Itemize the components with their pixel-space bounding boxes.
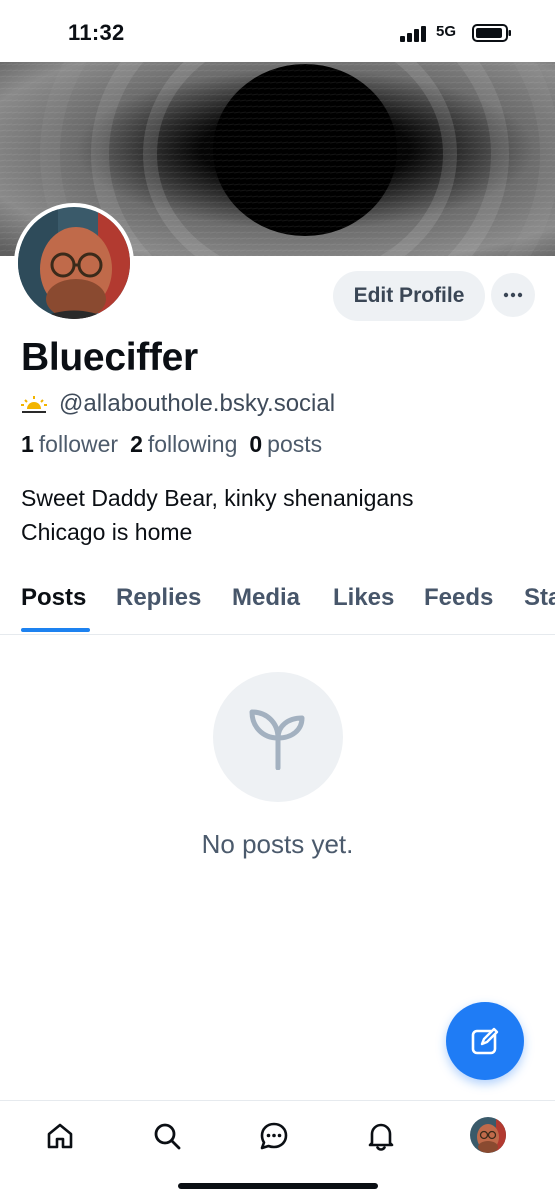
tab-replies[interactable]: Replies	[116, 584, 201, 612]
active-tab-indicator	[21, 628, 90, 632]
tab-posts[interactable]: Posts	[21, 584, 86, 612]
status-bar: 11:32 5G	[0, 0, 555, 62]
more-dots-icon	[503, 292, 523, 298]
tab-likes[interactable]: Likes	[333, 584, 394, 612]
battery-icon	[472, 24, 511, 42]
tab-starter-packs[interactable]: Sta	[524, 584, 555, 612]
tab-feeds[interactable]: Feeds	[424, 584, 493, 612]
display-name: Blueciffer	[21, 336, 198, 379]
profile-stats: 1 follower 2 following 0 posts	[21, 431, 334, 458]
more-options-button[interactable]	[491, 273, 535, 317]
empty-state-text: No posts yet.	[201, 829, 354, 859]
profile-tabs: Posts Replies Media Likes Feeds Sta	[0, 578, 555, 635]
handle-row: @allabouthole.bsky.social	[21, 389, 335, 419]
following-label[interactable]: following	[148, 431, 238, 458]
compose-icon	[471, 1027, 499, 1055]
edit-profile-button[interactable]: Edit Profile	[333, 271, 485, 321]
followers-count[interactable]: 1	[21, 431, 34, 458]
signal-icon	[400, 26, 426, 42]
status-time: 11:32	[68, 20, 125, 45]
compose-button[interactable]	[446, 1002, 524, 1080]
nav-profile-avatar[interactable]	[470, 1117, 506, 1153]
followers-label[interactable]: follower	[39, 431, 118, 458]
search-icon	[154, 1123, 181, 1150]
profile-bio: Sweet Daddy Bear, kinky shenanigans Chic…	[21, 481, 414, 549]
network-label: 5G	[436, 23, 457, 40]
tab-media[interactable]: Media	[232, 584, 300, 612]
home-icon	[47, 1123, 73, 1149]
profile-handle[interactable]: @allabouthole.bsky.social	[59, 390, 335, 418]
nav-chat[interactable]	[256, 1118, 292, 1154]
following-count[interactable]: 2	[130, 431, 143, 458]
sunrise-icon	[21, 396, 47, 413]
empty-state-circle	[213, 672, 343, 802]
bio-line: Chicago is home	[21, 519, 193, 545]
posts-count: 0	[249, 431, 263, 457]
home-indicator[interactable]	[178, 1183, 378, 1189]
sprout-icon	[249, 709, 305, 770]
profile-avatar[interactable]	[14, 203, 134, 323]
nav-home[interactable]	[42, 1118, 78, 1154]
nav-notifications[interactable]	[363, 1118, 399, 1154]
nav-search[interactable]	[149, 1118, 185, 1154]
bio-line: Sweet Daddy Bear, kinky shenanigans	[21, 485, 414, 511]
bell-icon	[368, 1123, 394, 1151]
chat-icon	[260, 1122, 288, 1150]
posts-label: posts	[267, 431, 323, 457]
